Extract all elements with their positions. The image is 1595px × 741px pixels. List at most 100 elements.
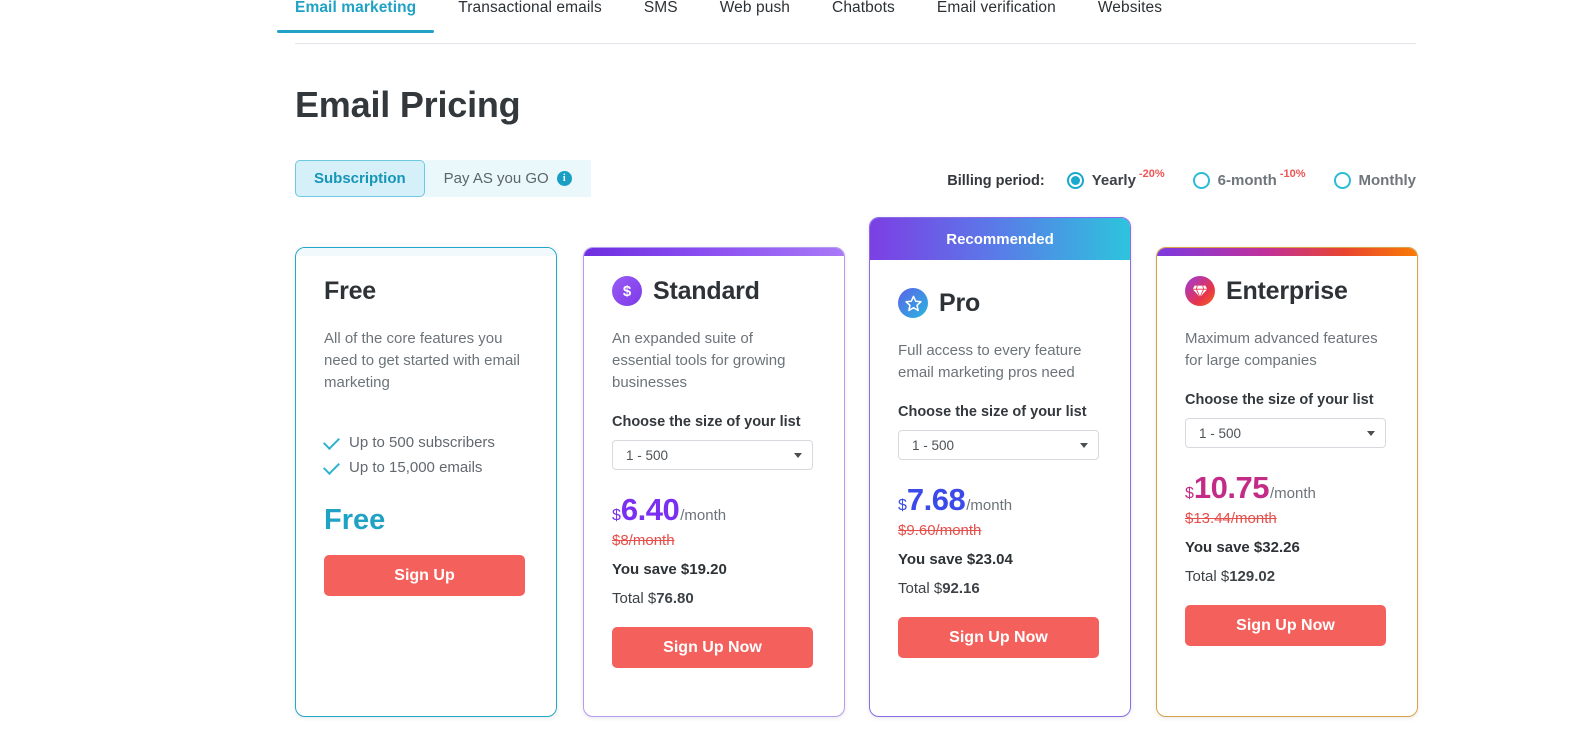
pricing-cards: Free All of the core features you need t… [295, 217, 1418, 717]
price-amount: 10.75 [1193, 470, 1270, 505]
list-size-select[interactable]: 1 - 500 [1185, 418, 1386, 448]
mode-subscription-label: Subscription [314, 170, 406, 187]
billing-option-monthly[interactable]: Monthly [1333, 172, 1416, 189]
currency-symbol: $ [612, 507, 621, 524]
plan-header: Free [324, 274, 528, 308]
plan-header: Pro [898, 286, 1102, 320]
pricing-mode-switch: Subscription Pay AS you GO i [295, 160, 591, 197]
tab-sms[interactable]: SMS [644, 0, 678, 32]
list-size-value: 1 - 500 [1199, 425, 1242, 441]
savings-text: You save $32.26 [1185, 539, 1300, 556]
tab-transactional-emails[interactable]: Transactional emails [458, 0, 602, 32]
plan-description: An expanded suite of essential tools for… [612, 330, 786, 391]
sign-up-button[interactable]: Sign Up Now [898, 617, 1099, 658]
plan-card-standard: $ Standard An expanded suite of essentia… [583, 247, 845, 717]
price-period: /month [1269, 485, 1316, 502]
sign-up-button[interactable]: Sign Up Now [1185, 605, 1386, 646]
plan-name: Free [324, 276, 377, 305]
tab-label: Chatbots [832, 0, 895, 16]
plan-card-free: Free All of the core features you need t… [295, 247, 557, 717]
price-amount: 6.40 [620, 492, 680, 527]
list-size-value: 1 - 500 [626, 447, 669, 463]
list-size-select[interactable]: 1 - 500 [898, 430, 1099, 460]
plan-price: Free [324, 504, 386, 536]
tab-websites[interactable]: Websites [1098, 0, 1162, 32]
tab-chatbots[interactable]: Chatbots [832, 0, 895, 32]
plan-header: $ Standard [612, 274, 816, 308]
info-icon[interactable]: i [556, 171, 572, 186]
star-badge-icon [898, 288, 928, 318]
billing-option-label: Yearly [1091, 172, 1136, 189]
total-value: 129.02 [1229, 568, 1276, 585]
tab-label: Email verification [936, 0, 1056, 16]
list-size-value: 1 - 500 [912, 437, 955, 453]
feature-label: Up to 500 subscribers [349, 434, 495, 451]
total-price: Total $76.80 [612, 590, 816, 607]
chevron-down-icon [794, 452, 802, 458]
chevron-down-icon [1080, 442, 1088, 448]
mode-payg-button[interactable]: Pay AS you GO i [424, 160, 591, 197]
mode-subscription-button[interactable]: Subscription [295, 160, 425, 197]
radio-6-month-icon[interactable] [1192, 172, 1210, 189]
chevron-down-icon [1367, 430, 1375, 436]
billing-discount-badge: -10% [1279, 168, 1306, 180]
tab-label: Websites [1097, 0, 1163, 16]
plan-name: Enterprise [1226, 276, 1348, 305]
plan-name: Standard [653, 276, 760, 305]
plan-price: $ 10.75 /month [1185, 472, 1389, 503]
total-prefix: Total $ [898, 580, 943, 597]
list-size-select[interactable]: 1 - 500 [612, 440, 813, 470]
plan-name: Pro [939, 288, 981, 317]
tab-label: Transactional emails [458, 0, 602, 16]
radio-yearly-icon[interactable] [1066, 172, 1084, 189]
billing-period-label: Billing period: [947, 172, 1045, 189]
list-size-label: Choose the size of your list [612, 414, 801, 430]
plan-description: All of the core features you need to get… [324, 330, 520, 391]
total-price: Total $129.02 [1185, 568, 1389, 585]
diamond-badge-icon [1185, 276, 1215, 306]
plan-price: $ 7.68 /month [898, 484, 1102, 515]
plan-price: $ 6.40 /month [612, 494, 816, 525]
list-size-label: Choose the size of your list [1185, 392, 1374, 408]
plan-description: Full access to every feature email marke… [898, 342, 1082, 381]
billing-option-6-month[interactable]: 6-month -10% [1192, 168, 1306, 189]
billing-period-group: Billing period: Yearly -20% 6-month -10%… [947, 168, 1416, 189]
check-icon [323, 432, 340, 450]
plan-description: Maximum advanced features for large comp… [1185, 330, 1378, 369]
svg-text:$: $ [623, 283, 632, 300]
product-tabs: Email marketing Transactional emails SMS… [276, 0, 1416, 44]
tab-email-marketing[interactable]: Email marketing [276, 0, 435, 32]
currency-symbol: $ [1185, 485, 1194, 502]
sign-up-button[interactable]: Sign Up [324, 555, 525, 596]
old-price: $8/month [612, 532, 675, 549]
pricing-page: Email marketing Transactional emails SMS… [0, 0, 1595, 741]
total-prefix: Total $ [1185, 568, 1230, 585]
billing-option-yearly[interactable]: Yearly -20% [1066, 168, 1165, 189]
plan-header: Enterprise [1185, 274, 1389, 308]
savings-text: You save $19.20 [612, 561, 727, 578]
feature-label: Up to 15,000 emails [349, 459, 483, 476]
check-icon [323, 457, 340, 475]
plan-card-enterprise: Enterprise Maximum advanced features for… [1156, 247, 1418, 717]
tab-web-push[interactable]: Web push [720, 0, 790, 32]
savings-text: You save $23.04 [898, 551, 1013, 568]
list-item: Up to 15,000 emails [323, 457, 528, 476]
billing-discount-badge: -20% [1138, 168, 1165, 180]
tab-label: Email marketing [295, 0, 417, 16]
old-price: $13.44/month [1185, 510, 1277, 527]
price-period: /month [680, 507, 727, 524]
price-amount: 7.68 [906, 482, 966, 517]
old-price: $9.60/month [898, 522, 982, 539]
plan-card-pro: Recommended Pro Full access to every fea… [869, 217, 1131, 717]
page-title: Email Pricing [295, 84, 521, 125]
list-item: Up to 500 subscribers [323, 432, 528, 451]
radio-monthly-icon[interactable] [1333, 172, 1351, 189]
dollar-badge-icon: $ [612, 276, 642, 306]
billing-option-label: 6-month [1217, 172, 1277, 189]
tab-label: Web push [719, 0, 791, 16]
total-value: 92.16 [942, 580, 980, 597]
total-price: Total $92.16 [898, 580, 1102, 597]
price-period: /month [966, 497, 1013, 514]
tab-email-verification[interactable]: Email verification [937, 0, 1056, 32]
sign-up-button[interactable]: Sign Up Now [612, 627, 813, 668]
